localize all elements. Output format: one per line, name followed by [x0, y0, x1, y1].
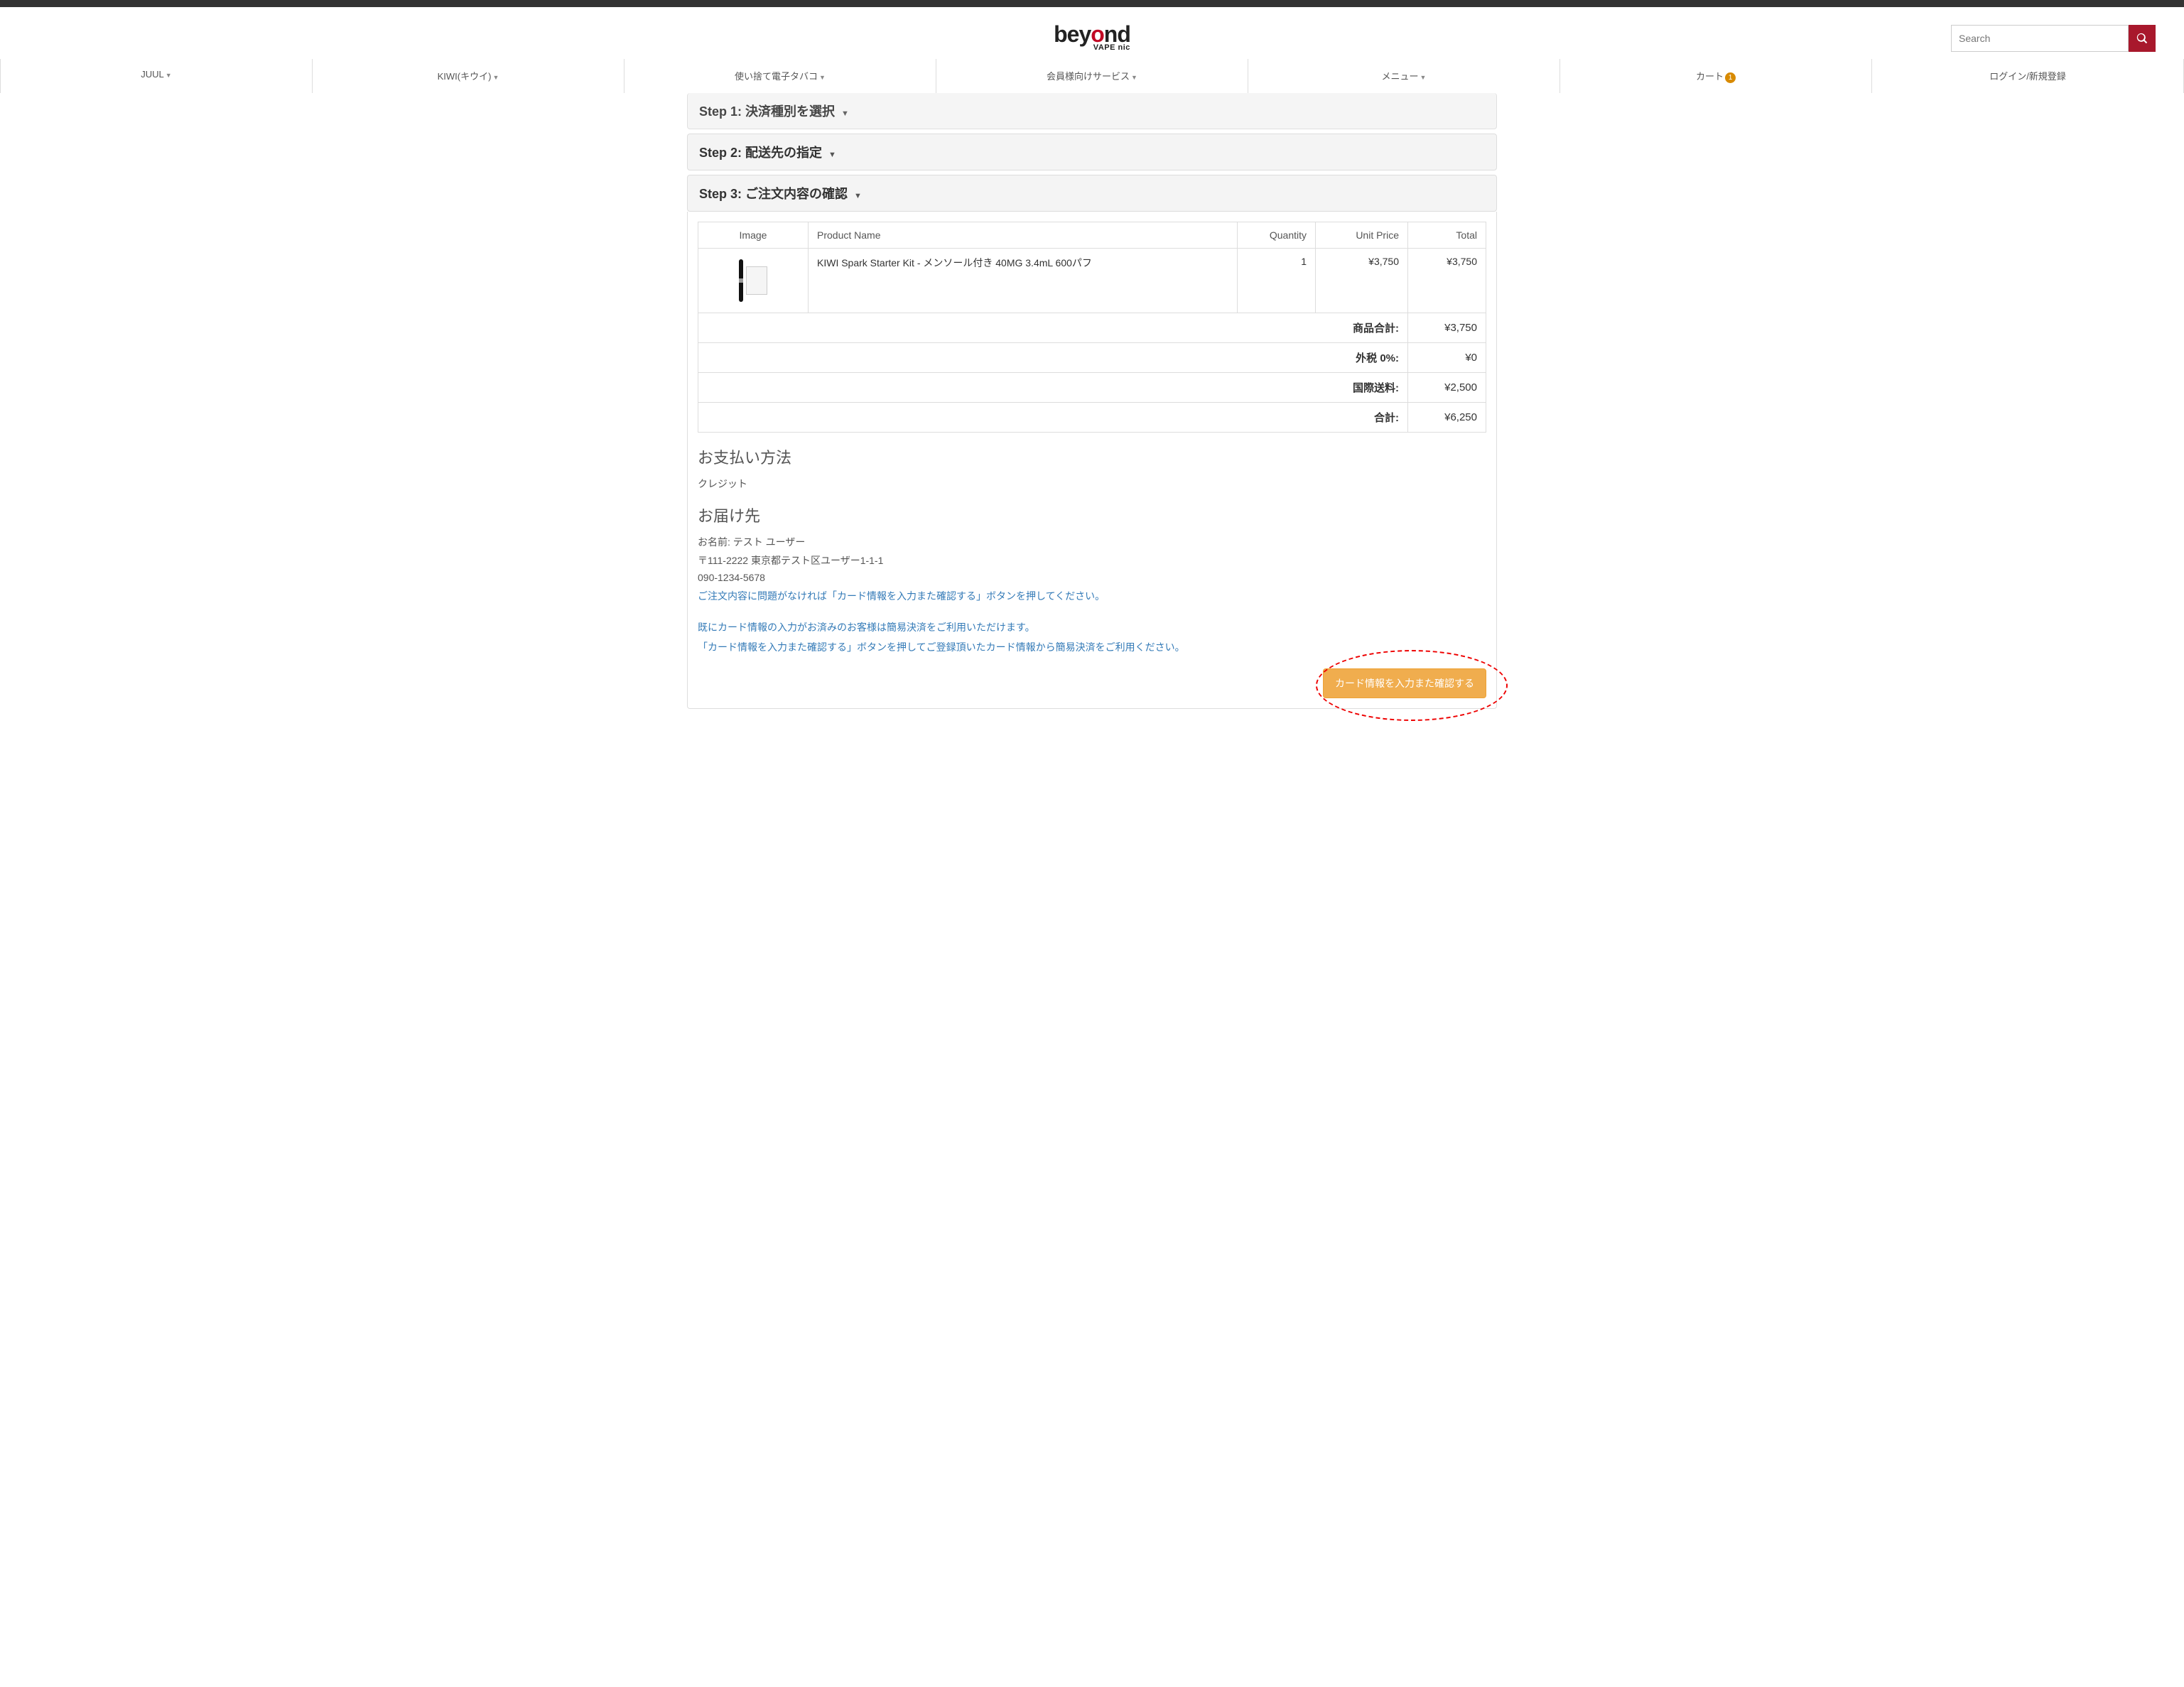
cell-total: ¥3,750 — [1408, 249, 1486, 313]
nav-label: 会員様向けサービス — [1047, 71, 1130, 82]
caret-down-icon: ▼ — [1420, 74, 1427, 81]
nav-juul[interactable]: JUUL▼ — [0, 59, 312, 93]
step-3-title: Step 3: ご注文内容の確認 ▼ — [699, 184, 1485, 202]
summary-tax: 外税 0%: ¥0 — [698, 343, 1486, 373]
cart-badge: 1 — [1725, 72, 1736, 83]
search-input[interactable] — [1951, 25, 2129, 52]
step-3-panel[interactable]: Step 3: ご注文内容の確認 ▼ — [687, 175, 1497, 212]
shipping-heading: お届け先 — [698, 504, 1486, 526]
site-header: beyond VAPE nic — [0, 7, 2184, 59]
summary-label: 国際送料: — [698, 373, 1408, 403]
col-quantity: Quantity — [1238, 222, 1316, 249]
step-3-content: Image Product Name Quantity Unit Price T… — [687, 212, 1497, 709]
nav-cart[interactable]: カート1 — [1559, 59, 1871, 93]
nav-kiwi[interactable]: KIWI(キウイ)▼ — [312, 59, 624, 93]
caret-down-icon: ▼ — [841, 109, 849, 118]
cell-quantity: 1 — [1238, 249, 1316, 313]
summary-subtotal: 商品合計: ¥3,750 — [698, 313, 1486, 343]
nav-label: ログイン/新規登録 — [1989, 71, 2066, 82]
caret-down-icon: ▼ — [1131, 74, 1137, 81]
checkout-container: Step 1: 決済種別を選択 ▼ Step 2: 配送先の指定 ▼ Step … — [680, 93, 1504, 737]
order-table: Image Product Name Quantity Unit Price T… — [698, 222, 1486, 433]
summary-value: ¥0 — [1408, 343, 1486, 373]
shipping-name: お名前: テスト ユーザー — [698, 535, 1486, 549]
caret-down-icon: ▼ — [819, 74, 826, 81]
nav-members[interactable]: 会員様向けサービス▼ — [936, 59, 1248, 93]
nav-label: カート — [1696, 71, 1724, 82]
caret-down-icon: ▼ — [854, 192, 862, 200]
product-image — [721, 256, 785, 305]
table-header-row: Image Product Name Quantity Unit Price T… — [698, 222, 1486, 249]
nav-disposable[interactable]: 使い捨て電子タバコ▼ — [624, 59, 936, 93]
product-box-icon — [746, 266, 767, 295]
summary-value: ¥2,500 — [1408, 373, 1486, 403]
shipping-address: 〒111-2222 東京都テスト区ユーザー1-1-1 — [698, 553, 1486, 568]
site-logo[interactable]: beyond VAPE nic — [1054, 21, 1130, 52]
summary-value: ¥6,250 — [1408, 403, 1486, 433]
cell-unit-price: ¥3,750 — [1316, 249, 1408, 313]
step-1-title: Step 1: 決済種別を選択 ▼ — [699, 102, 1485, 120]
window-top-bar — [0, 0, 2184, 7]
col-unit-price: Unit Price — [1316, 222, 1408, 249]
summary-label: 合計: — [698, 403, 1408, 433]
caret-down-icon: ▼ — [492, 74, 499, 81]
confirm-card-button[interactable]: カード情報を入力また確認する — [1323, 668, 1486, 698]
step-1-panel[interactable]: Step 1: 決済種別を選択 ▼ — [687, 93, 1497, 129]
step-2-title: Step 2: 配送先の指定 ▼ — [699, 143, 1485, 161]
nav-label: メニュー — [1382, 71, 1419, 82]
main-nav: JUUL▼ KIWI(キウイ)▼ 使い捨て電子タバコ▼ 会員様向けサービス▼ メ… — [0, 59, 2184, 93]
cell-product-name: KIWI Spark Starter Kit - メンソール付き 40MG 3.… — [809, 249, 1238, 313]
product-pen-icon — [739, 259, 743, 302]
search-form — [1951, 25, 2156, 52]
table-row: KIWI Spark Starter Kit - メンソール付き 40MG 3.… — [698, 249, 1486, 313]
nav-label: KIWI(キウイ) — [438, 71, 492, 82]
payment-method: クレジット — [698, 477, 1486, 491]
caret-down-icon: ▼ — [166, 72, 172, 79]
logo-part: bey — [1054, 21, 1091, 47]
caret-down-icon: ▼ — [828, 151, 836, 159]
nav-menu[interactable]: メニュー▼ — [1248, 59, 1559, 93]
cell-image — [698, 249, 809, 313]
summary-shipping: 国際送料: ¥2,500 — [698, 373, 1486, 403]
col-total: Total — [1408, 222, 1486, 249]
nav-label: JUUL — [141, 69, 164, 80]
note-easy-pay-1: 既にカード情報の入力がお済みのお客様は簡易決済をご利用いただけます。 — [698, 620, 1486, 634]
search-button[interactable] — [2129, 25, 2156, 52]
shipping-phone: 090-1234-5678 — [698, 572, 1486, 583]
search-icon — [2136, 33, 2148, 44]
nav-login[interactable]: ログイン/新規登録 — [1871, 59, 2184, 93]
col-product-name: Product Name — [809, 222, 1238, 249]
step-2-panel[interactable]: Step 2: 配送先の指定 ▼ — [687, 134, 1497, 170]
summary-label: 外税 0%: — [698, 343, 1408, 373]
summary-label: 商品合計: — [698, 313, 1408, 343]
summary-value: ¥3,750 — [1408, 313, 1486, 343]
nav-label: 使い捨て電子タバコ — [735, 71, 818, 82]
note-confirm: ご注文内容に問題がなければ「カード情報を入力また確認する」ボタンを押してください… — [698, 589, 1486, 603]
col-image: Image — [698, 222, 809, 249]
note-easy-pay-2: 「カード情報を入力また確認する」ボタンを押してご登録頂いたカード情報から簡易決済… — [698, 640, 1486, 654]
summary-total: 合計: ¥6,250 — [698, 403, 1486, 433]
button-row: カード情報を入力また確認する — [698, 668, 1486, 698]
payment-heading: お支払い方法 — [698, 445, 1486, 468]
